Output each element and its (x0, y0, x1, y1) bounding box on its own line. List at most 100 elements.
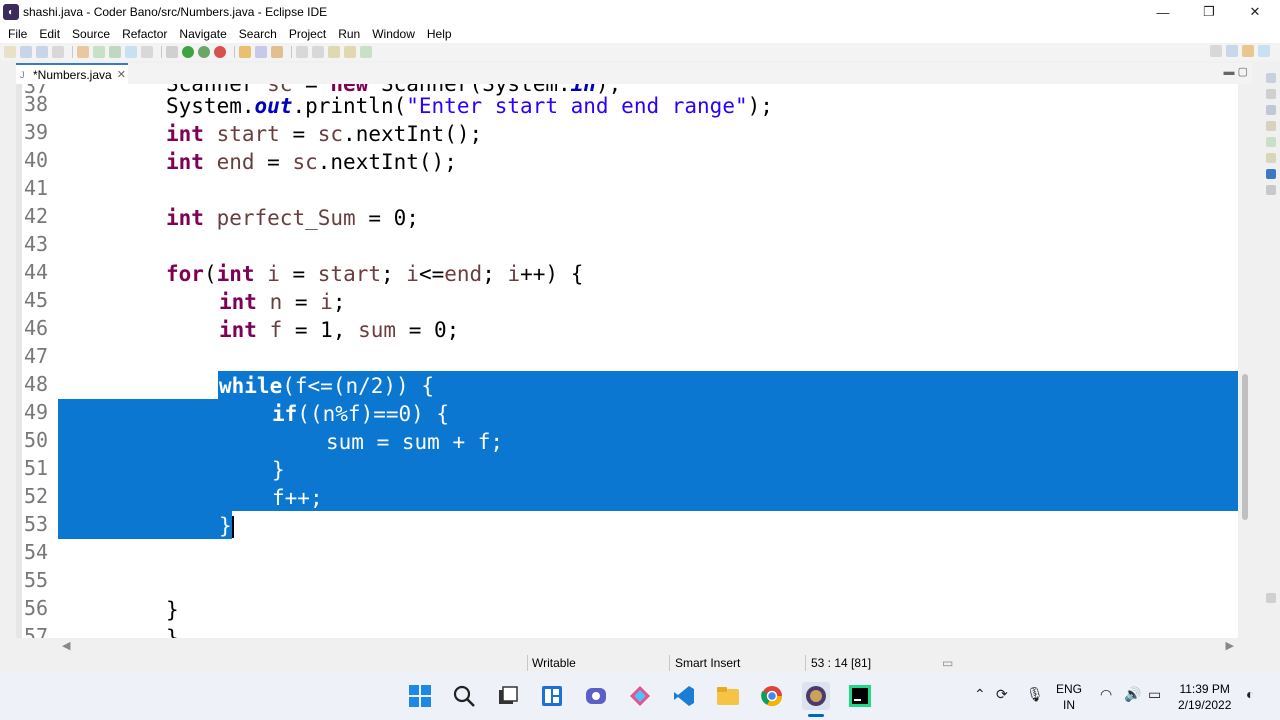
new-java-icon[interactable] (93, 46, 105, 58)
code-line: int start = sc.nextInt(); (166, 122, 483, 146)
minimize-button[interactable]: — (1140, 0, 1186, 24)
console-icon[interactable] (1266, 185, 1276, 195)
widgets-icon[interactable] (538, 682, 566, 710)
scrollbar-thumb[interactable] (1242, 374, 1248, 520)
tray-chevron-icon[interactable]: ⌃ (974, 686, 986, 703)
snipping-icon[interactable] (626, 682, 654, 710)
menu-edit[interactable]: Edit (34, 27, 67, 41)
code-line: int end = sc.nextInt(); (166, 150, 457, 174)
clock[interactable]: 11:39 PM 2/19/2022 (1178, 681, 1231, 713)
vertical-scrollbar[interactable] (1238, 84, 1252, 638)
toolbar-separator (72, 46, 73, 58)
run-icon[interactable] (182, 46, 194, 58)
horizontal-scrollbar[interactable]: ◀ ▶ (58, 638, 1238, 654)
build-icon[interactable] (77, 46, 89, 58)
task-icon[interactable] (271, 46, 283, 58)
wifi-icon[interactable]: ◠ (1100, 686, 1112, 703)
java-file-icon: J (20, 69, 25, 80)
volume-icon[interactable]: 🔊 (1124, 686, 1141, 703)
task-view-icon[interactable] (494, 682, 522, 710)
save-all-icon[interactable] (36, 46, 48, 58)
search-tool-icon[interactable] (255, 46, 267, 58)
debug-perspective-icon[interactable] (1258, 45, 1270, 57)
prev-annotation-icon[interactable] (312, 46, 324, 58)
windows-start-icon[interactable] (406, 682, 434, 710)
code-line: if((n%f)==0) { (272, 402, 450, 426)
declaration-icon[interactable] (1266, 169, 1276, 179)
file-explorer-icon[interactable] (714, 682, 742, 710)
bug-icon[interactable] (166, 46, 178, 58)
debug-icon[interactable] (109, 46, 121, 58)
text-cursor (232, 516, 234, 538)
close-tab-icon[interactable]: ✕ (117, 68, 126, 81)
minimize-maximize-icon[interactable]: ▬ ▢ (1224, 65, 1248, 78)
toggle-icon[interactable] (125, 46, 137, 58)
menu-project[interactable]: Project (284, 27, 333, 41)
windows-taskbar: ⌃ ⟳ 🎙 ENG IN ◠ 🔊 ▭ 11:39 PM 2/19/2022 ◐ (0, 672, 1280, 720)
menu-refactor[interactable]: Refactor (117, 27, 174, 41)
code-line: f++; (272, 486, 323, 510)
quick-access-search-icon[interactable] (1210, 45, 1222, 57)
problems-icon[interactable] (1266, 137, 1276, 147)
status-writable: Writable (532, 656, 576, 670)
tab-label: *Numbers.java (33, 67, 112, 82)
code-line: int n = i; (219, 290, 346, 314)
minimized-stack-icon[interactable] (1266, 593, 1276, 603)
next-annotation-icon[interactable] (296, 46, 308, 58)
external-tools-icon[interactable] (214, 46, 226, 58)
chrome-icon[interactable] (758, 682, 786, 710)
vscode-icon[interactable] (670, 682, 698, 710)
status-insert-mode: Smart Insert (675, 656, 741, 670)
open-perspective-icon[interactable] (1226, 45, 1238, 57)
language-code: ENG (1056, 682, 1083, 696)
battery-icon[interactable]: ▭ (1148, 686, 1161, 703)
javadoc-icon[interactable] (1266, 153, 1276, 163)
task-list-icon[interactable] (1266, 121, 1276, 131)
chat-icon[interactable] (582, 682, 610, 710)
mark-icon[interactable] (141, 46, 153, 58)
menu-help[interactable]: Help (422, 27, 459, 41)
outline-view-icon[interactable] (1266, 105, 1276, 115)
open-type-icon[interactable] (239, 46, 251, 58)
coverage-icon[interactable] (198, 46, 210, 58)
menu-run[interactable]: Run (333, 27, 367, 41)
new-icon[interactable] (4, 46, 16, 58)
restore-button[interactable]: ❐ (1186, 0, 1232, 24)
menu-file[interactable]: File (3, 27, 34, 41)
toolbar-separator (161, 46, 162, 58)
scroll-right-icon[interactable]: ▶ (1226, 639, 1234, 652)
notification-icon[interactable]: ◐ (1246, 686, 1254, 702)
scroll-left-icon[interactable]: ◀ (62, 639, 70, 652)
code-line: System.out.println("Enter start and end … (166, 94, 773, 118)
outline-icon[interactable] (1266, 73, 1276, 83)
sync-icon[interactable]: ⟳ (996, 686, 1008, 703)
restore-view-icon[interactable] (1266, 89, 1276, 99)
forward-icon[interactable] (344, 46, 356, 58)
code-line: sum = sum + f; (326, 430, 504, 454)
clock-date: 2/19/2022 (1178, 698, 1232, 712)
print-icon[interactable] (52, 46, 64, 58)
menu-search[interactable]: Search (234, 27, 284, 41)
code-line: int f = 1, sum = 0; (219, 318, 460, 342)
menu-source[interactable]: Source (67, 27, 117, 41)
code-line: } (219, 514, 232, 538)
java-perspective-icon[interactable] (1242, 45, 1254, 57)
code-editor[interactable]: 37 38 39 40 41 42 43 44 45 46 47 48 49 5… (16, 84, 1252, 638)
pycharm-icon[interactable] (846, 682, 874, 710)
back-icon[interactable] (328, 46, 340, 58)
tab-numbers-java[interactable]: J *Numbers.java ✕ (16, 63, 128, 84)
close-button[interactable]: ✕ (1232, 0, 1278, 24)
memory-icon[interactable]: ▭ (942, 656, 953, 670)
menu-window[interactable]: Window (367, 27, 422, 41)
pin-icon[interactable] (360, 46, 372, 58)
save-icon[interactable] (20, 46, 32, 58)
search-icon[interactable] (450, 682, 478, 710)
language-indicator[interactable]: ENG IN (1056, 681, 1082, 713)
microphone-icon[interactable]: 🎙 (1026, 686, 1044, 703)
menu-navigate[interactable]: Navigate (174, 27, 233, 41)
eclipse-icon[interactable] (802, 682, 830, 710)
code-line: } (272, 458, 285, 482)
status-cursor-position: 53 : 14 [81] (811, 656, 872, 670)
active-app-indicator (808, 714, 824, 717)
code-area[interactable]: Scanner sc = new Scanner(System.in); Sys… (58, 84, 1238, 638)
